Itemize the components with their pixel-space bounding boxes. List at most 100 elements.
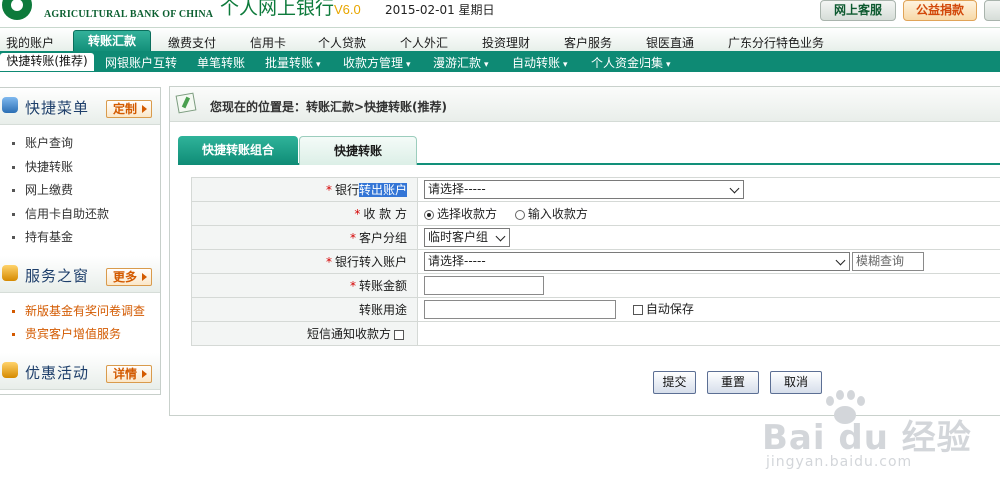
- from-account-label-prefix: 银行: [334, 183, 359, 197]
- sub-nav-batch-label: 批量转账: [265, 56, 314, 70]
- main-nav: 我的账户 转账汇款 缴费支付 信用卡 个人贷款 个人外汇 投资理财 客户服务 银…: [0, 27, 1000, 54]
- to-account-label: * 银行转入账户: [191, 249, 418, 274]
- sub-nav-single-transfer[interactable]: 单笔转账: [197, 54, 245, 71]
- chevron-down-icon: ▾: [563, 60, 568, 70]
- quick-menu-title: 快捷菜单: [25, 99, 90, 117]
- customer-group-label-text: 客户分组: [358, 231, 407, 245]
- submit-button[interactable]: 提交: [653, 371, 696, 394]
- sidebar-item-quick-transfer[interactable]: 快捷转账: [12, 156, 160, 180]
- main-nav-personal-loan[interactable]: 个人贷款: [318, 34, 366, 51]
- radio-unchecked-icon[interactable]: [514, 209, 525, 220]
- fuzzy-search-input[interactable]: 模糊查询: [852, 252, 924, 271]
- customize-button[interactable]: 定制: [106, 100, 152, 118]
- location-pen-icon: [175, 92, 197, 114]
- form-row-customer-group: * 客户分组 临时客户组: [191, 225, 1000, 250]
- sidebar-item-fund-survey[interactable]: 新版基金有奖问卷调查: [12, 300, 160, 324]
- amount-cell: [417, 273, 1000, 298]
- sub-nav-payee-label: 收款方管理: [343, 56, 404, 70]
- main-nav-customer-service[interactable]: 客户服务: [564, 34, 612, 51]
- sub-nav-batch-transfer[interactable]: 批量转账 ▾: [265, 54, 321, 71]
- transfer-form: * 银行转出账户 请选择----- * 收 款 方 选择收款方 输入收款方 * 客户分…: [191, 177, 1000, 346]
- sidebar: 快捷菜单 定制 账户查询 快捷转账 网上缴费 信用卡自助还款 持有基金 服务之窗…: [0, 87, 161, 395]
- chevron-down-icon: ▾: [406, 60, 411, 70]
- breadcrumb: 您现在的位置是：转账汇款>快捷转账(推荐): [170, 87, 1000, 122]
- amount-label-text: 转账金额: [358, 279, 407, 293]
- payee-input-label: 输入收款方: [527, 207, 588, 221]
- header: AGRICULTURAL BANK OF CHINA 个人网上银行V6.0 20…: [0, 0, 1000, 27]
- from-account-label: * 银行转出账户: [191, 177, 418, 202]
- sidebar-item-credit-repay[interactable]: 信用卡自助还款: [12, 203, 160, 227]
- purpose-label: 转账用途: [191, 297, 418, 322]
- form-row-purpose: 转账用途 自动保存: [191, 297, 1000, 322]
- service-window-icon: [2, 264, 18, 281]
- auto-save-option[interactable]: 自动保存: [630, 302, 694, 316]
- required-mark: *: [325, 183, 332, 197]
- app-title: 个人网上银行V6.0: [220, 0, 361, 20]
- sub-nav-account-mutual[interactable]: 网银账户互转: [105, 54, 177, 71]
- amount-input[interactable]: [424, 276, 544, 295]
- chevron-down-icon: ▾: [484, 60, 489, 70]
- sidebar-item-vip-service[interactable]: 贵宾客户增值服务: [12, 323, 160, 347]
- payee-label-text: 收 款 方: [363, 207, 407, 221]
- cancel-button[interactable]: 取消: [770, 371, 822, 394]
- sub-nav-fund-pooling[interactable]: 个人资金归集 ▾: [591, 54, 671, 71]
- required-mark: *: [349, 279, 356, 293]
- sub-nav-roaming-label: 漫游汇款: [433, 56, 482, 70]
- header-date: 2015-02-01 星期日: [385, 3, 495, 17]
- main-nav-payment[interactable]: 缴费支付: [168, 34, 216, 51]
- payee-input-option[interactable]: 输入收款方: [514, 207, 588, 221]
- sub-nav-payee-mgmt[interactable]: 收款方管理 ▾: [343, 54, 411, 71]
- purpose-cell: 自动保存: [417, 297, 1000, 322]
- quick-menu-icon: [2, 97, 18, 113]
- abc-logo-icon: [2, 0, 32, 20]
- sub-nav-quick-transfer[interactable]: 快捷转账(推荐): [0, 53, 94, 71]
- charity-donation-button[interactable]: 公益捐款: [903, 0, 977, 21]
- form-row-sms: 短信通知收款方: [191, 321, 1000, 346]
- sidebar-item-online-payment[interactable]: 网上缴费: [12, 179, 160, 203]
- customer-group-select[interactable]: 临时客户组: [424, 228, 510, 247]
- main-nav-my-account[interactable]: 我的账户: [6, 34, 54, 51]
- more-button[interactable]: 更多: [106, 267, 152, 286]
- radio-checked-icon[interactable]: [424, 209, 434, 220]
- sub-nav: 快捷转账(推荐) 网银账户互转 单笔转账 批量转账 ▾ 收款方管理 ▾ 漫游汇款 ▾ …: [0, 51, 1000, 72]
- sub-nav-pooling-label: 个人资金归集: [591, 56, 664, 70]
- quick-menu-list: 账户查询 快捷转账 网上缴费 信用卡自助还款 持有基金: [0, 125, 160, 256]
- main-nav-guangdong[interactable]: 广东分行特色业务: [728, 34, 824, 51]
- required-mark: *: [349, 231, 356, 245]
- sidebar-item-account-query[interactable]: 账户查询: [12, 132, 160, 156]
- sidebar-item-funds-held[interactable]: 持有基金: [12, 226, 160, 250]
- bank-name-en: AGRICULTURAL BANK OF CHINA: [44, 9, 214, 20]
- chevron-down-icon: ▾: [666, 60, 671, 70]
- auto-save-checkbox[interactable]: [632, 304, 643, 315]
- payee-select-option[interactable]: 选择收款方: [424, 207, 497, 221]
- app-title-text: 个人网上银行: [220, 0, 335, 19]
- payee-select-label: 选择收款方: [437, 207, 498, 221]
- sub-nav-auto-transfer[interactable]: 自动转账 ▾: [512, 54, 568, 71]
- main-nav-credit-card[interactable]: 信用卡: [250, 34, 286, 51]
- reset-button[interactable]: 重置: [707, 371, 759, 394]
- baidu-watermark: Bai du 经验 jingyan.baidu.com: [762, 390, 971, 486]
- online-service-button[interactable]: 网上客服: [820, 0, 896, 21]
- app-version: V6.0: [334, 2, 361, 17]
- service-window-title: 服务之窗: [25, 266, 90, 285]
- tab-quick-transfer[interactable]: 快捷转账: [299, 136, 417, 165]
- sub-nav-roaming[interactable]: 漫游汇款 ▾: [433, 54, 489, 71]
- chevron-down-icon: ▾: [316, 60, 321, 70]
- purpose-input[interactable]: [424, 300, 616, 319]
- main-nav-investment[interactable]: 投资理财: [482, 34, 530, 51]
- customer-group-label: * 客户分组: [191, 225, 418, 250]
- main-nav-hospital[interactable]: 银医直通: [646, 34, 694, 51]
- promotions-title: 优惠活动: [25, 363, 90, 382]
- to-account-select[interactable]: 请选择-----: [424, 252, 850, 271]
- sms-label: 短信通知收款方: [191, 321, 418, 346]
- tab-quick-transfer-combo[interactable]: 快捷转账组合: [178, 136, 298, 165]
- sms-notify-checkbox[interactable]: [394, 329, 404, 340]
- form-row-from-account: * 银行转出账户 请选择-----: [191, 177, 1000, 202]
- from-account-select[interactable]: 请选择-----: [424, 180, 744, 199]
- sms-cell: [417, 321, 1000, 346]
- main-nav-forex[interactable]: 个人外汇: [400, 34, 448, 51]
- header-extra-button[interactable]: [984, 0, 1000, 21]
- details-button[interactable]: 详情: [106, 364, 152, 383]
- service-window-header: 服务之窗 更多: [0, 255, 160, 293]
- form-row-to-account: * 银行转入账户 请选择----- 模糊查询: [191, 249, 1000, 274]
